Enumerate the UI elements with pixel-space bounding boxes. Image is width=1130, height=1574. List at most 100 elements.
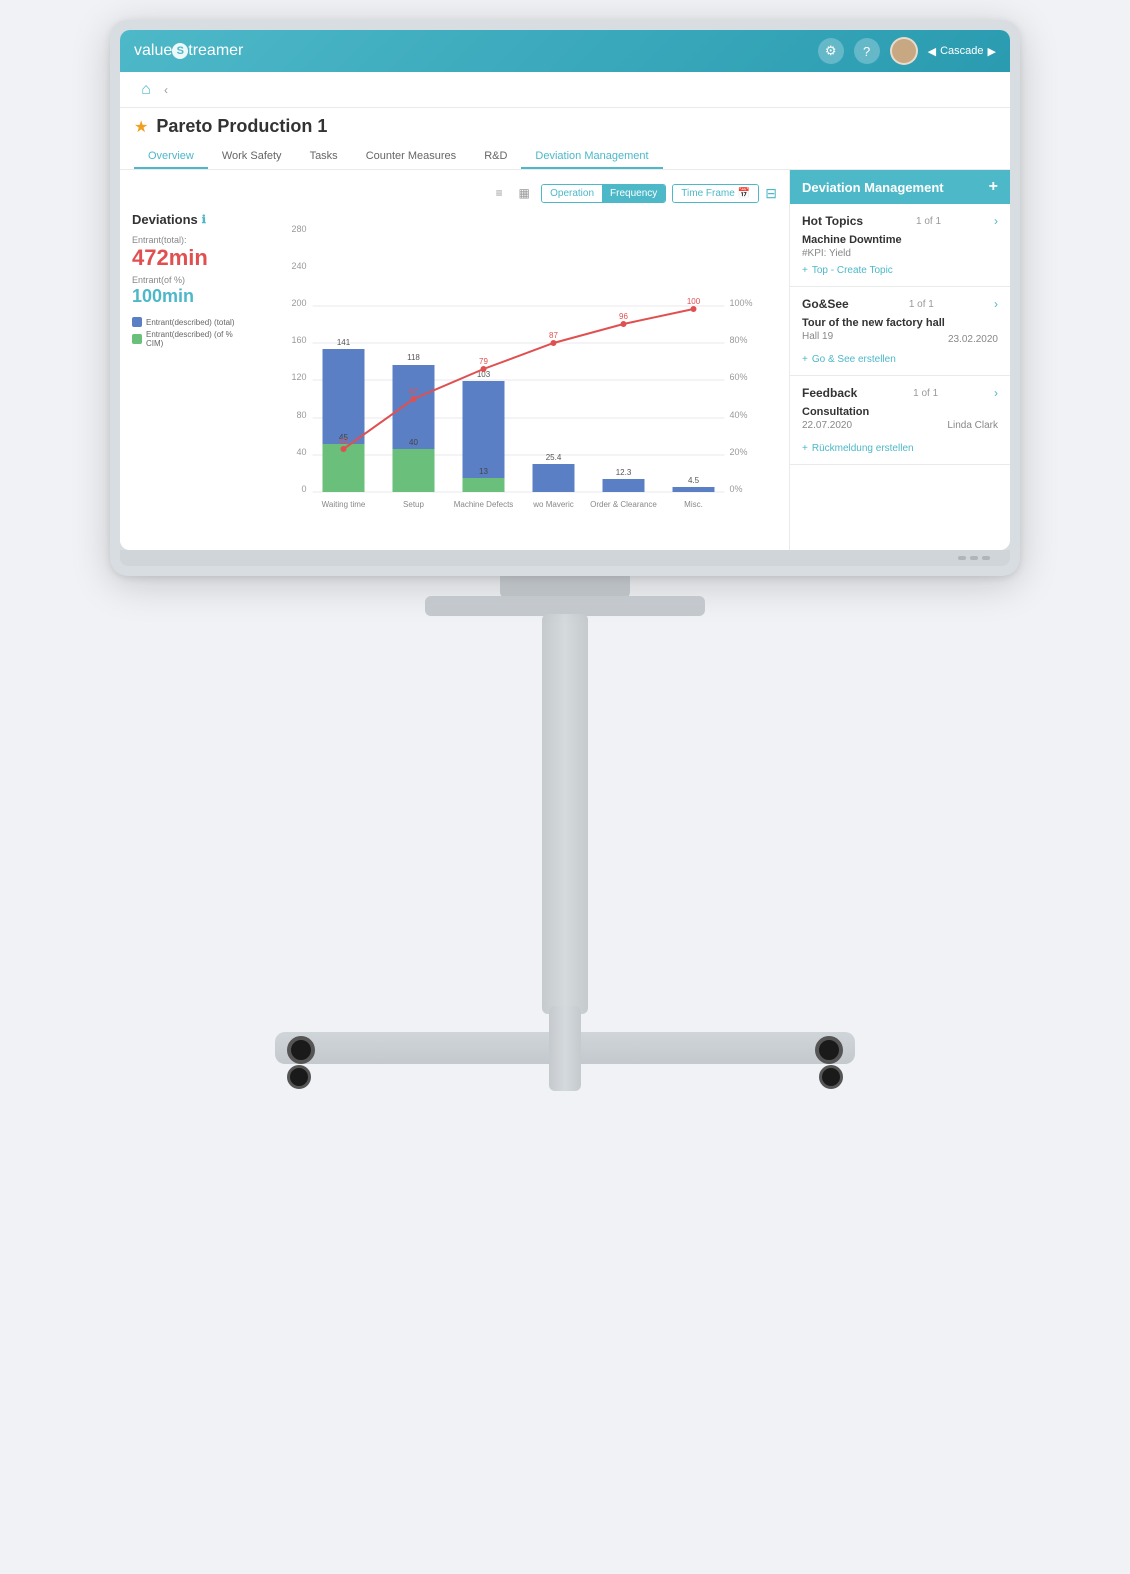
nav-tabs: Overview Work Safety Tasks Counter Measu… xyxy=(134,145,996,169)
go-see-item-sub: Hall 19 xyxy=(802,331,833,342)
svg-text:280: 280 xyxy=(291,224,306,234)
go-see-section: Go&See 1 of 1 › Tour of the new factory … xyxy=(790,287,1010,376)
svg-text:160: 160 xyxy=(291,335,306,345)
legend-item-green: Entrant(described) (of % CIM) xyxy=(132,330,242,348)
stand-pole xyxy=(542,614,588,1014)
hot-topics-section: Hot Topics 1 of 1 › Machine Downtime #KP… xyxy=(790,204,1010,287)
tab-counter-measures[interactable]: Counter Measures xyxy=(352,145,471,169)
avatar[interactable] xyxy=(890,37,918,65)
svg-text:12.3: 12.3 xyxy=(616,468,632,477)
stand-base xyxy=(275,1006,855,1091)
tab-rd[interactable]: R&D xyxy=(470,145,521,169)
svg-text:100%: 100% xyxy=(730,298,753,308)
hot-topics-title: Hot Topics xyxy=(802,214,863,228)
view-toggle: ≡ ▦ xyxy=(488,182,535,204)
svg-text:200: 200 xyxy=(291,298,306,308)
svg-text:Setup: Setup xyxy=(403,500,424,509)
feedback-item-date: 22.07.2020 xyxy=(802,420,852,431)
svg-text:Machine Defects: Machine Defects xyxy=(454,500,514,509)
go-see-title: Go&See xyxy=(802,297,849,311)
svg-text:80: 80 xyxy=(296,410,306,420)
operation-filter-button[interactable]: Operation xyxy=(542,185,602,202)
svg-text:4.5: 4.5 xyxy=(688,476,700,485)
svg-text:Misc.: Misc. xyxy=(684,500,703,509)
deviations-section: Deviations ℹ Entrant(total): 472min Entr… xyxy=(132,212,777,517)
app-header: value S treamer ⚙ ? ◀ Cascade ▶ xyxy=(120,30,1010,72)
home-button[interactable]: ⌂ xyxy=(132,76,160,104)
hot-topics-count: 1 of 1 xyxy=(916,216,941,227)
filter-icon[interactable]: ⊟ xyxy=(765,185,777,202)
create-topic-button[interactable]: + Top - Create Topic xyxy=(802,265,998,276)
go-see-item-date: 23.02.2020 xyxy=(948,334,998,345)
monitor-bottom-bar xyxy=(120,550,1010,566)
go-see-header: Go&See 1 of 1 › xyxy=(802,297,998,311)
time-frame-button[interactable]: Time Frame 📅 xyxy=(673,185,758,202)
pareto-chart: 0 40 80 120 160 200 240 280 0% 20% xyxy=(252,212,777,512)
deviation-management-header: Deviation Management + xyxy=(790,170,1010,204)
metric-total-value: 472min xyxy=(132,247,242,269)
deviations-left: Deviations ℹ Entrant(total): 472min Entr… xyxy=(132,212,242,517)
hot-topics-chevron[interactable]: › xyxy=(994,214,998,228)
legend-item-blue: Entrant(described) (total) xyxy=(132,317,242,327)
create-go-see-button[interactable]: + Go & See erstellen xyxy=(802,354,998,365)
svg-text:141: 141 xyxy=(337,338,351,347)
svg-text:87: 87 xyxy=(549,331,558,340)
svg-text:42: 42 xyxy=(339,437,348,446)
page-title-bar: ★ Pareto Production 1 Overview Work Safe… xyxy=(120,108,1010,170)
svg-text:25.4: 25.4 xyxy=(546,453,562,462)
frequency-filter-button[interactable]: Frequency xyxy=(602,185,665,202)
add-deviation-button[interactable]: + xyxy=(989,178,998,196)
wheel-front-left xyxy=(287,1036,315,1064)
svg-text:96: 96 xyxy=(619,312,628,321)
stand-assembly xyxy=(275,576,855,1091)
wheel-front-right xyxy=(815,1036,843,1064)
svg-text:240: 240 xyxy=(291,261,306,271)
chart-panel: ≡ ▦ Operation Frequency Time Frame 📅 xyxy=(120,170,790,550)
svg-text:Waiting time: Waiting time xyxy=(322,500,366,509)
tab-tasks[interactable]: Tasks xyxy=(296,145,352,169)
chart-area: 0 40 80 120 160 200 240 280 0% 20% xyxy=(252,212,777,517)
metric-sub-label: Entrant(of %) xyxy=(132,275,242,285)
chart-legend: Entrant(described) (total) Entrant(descr… xyxy=(132,317,242,348)
right-panel: Deviation Management + Hot Topics 1 of 1… xyxy=(790,170,1010,550)
create-feedback-button[interactable]: + Rückmeldung erstellen xyxy=(802,443,998,454)
list-view-button[interactable]: ≡ xyxy=(488,182,510,204)
monitor-screen: value S treamer ⚙ ? ◀ Cascade ▶ ⌂ xyxy=(120,30,1010,550)
tab-deviation-management[interactable]: Deviation Management xyxy=(521,145,662,169)
bar-maveric-blue xyxy=(533,464,575,492)
help-icon[interactable]: ? xyxy=(854,38,880,64)
filter-toggle-group: Operation Frequency xyxy=(541,184,666,203)
wheel-back-left xyxy=(287,1065,311,1089)
svg-text:40%: 40% xyxy=(730,410,748,420)
feedback-item-person: Linda Clark xyxy=(947,420,998,431)
stand-shelf xyxy=(425,596,705,616)
bar-setup-green xyxy=(393,449,435,492)
feedback-item-title: Consultation xyxy=(802,406,998,418)
metric-total-label: Entrant(total): xyxy=(132,235,242,245)
tab-work-safety[interactable]: Work Safety xyxy=(208,145,296,169)
stand-base-vertical xyxy=(549,1006,581,1091)
info-icon[interactable]: ℹ xyxy=(202,213,206,226)
wheel-back-right xyxy=(819,1065,843,1089)
main-content: ≡ ▦ Operation Frequency Time Frame 📅 xyxy=(120,170,1010,550)
header-icons: ⚙ ? ◀ Cascade ▶ xyxy=(818,37,996,65)
settings-icon[interactable]: ⚙ xyxy=(818,38,844,64)
feedback-chevron[interactable]: › xyxy=(994,386,998,400)
hot-topics-header: Hot Topics 1 of 1 › xyxy=(802,214,998,228)
go-see-chevron[interactable]: › xyxy=(994,297,998,311)
metric-sub-value: 100min xyxy=(132,287,242,305)
bar-machine-green xyxy=(463,478,505,492)
svg-text:wo Maveric: wo Maveric xyxy=(532,500,573,509)
tab-overview[interactable]: Overview xyxy=(134,145,208,169)
svg-text:80%: 80% xyxy=(730,335,748,345)
svg-text:120: 120 xyxy=(291,372,306,382)
time-frame-group: Time Frame 📅 xyxy=(672,184,759,203)
monitor-outer: value S treamer ⚙ ? ◀ Cascade ▶ ⌂ xyxy=(110,20,1020,576)
deviations-title: Deviations ℹ xyxy=(132,212,242,227)
chart-view-button[interactable]: ▦ xyxy=(513,182,535,204)
feedback-count: 1 of 1 xyxy=(913,388,938,399)
breadcrumb-chevron: ‹ xyxy=(164,83,168,97)
cascade-button[interactable]: ◀ Cascade ▶ xyxy=(928,45,996,58)
page-title: Pareto Production 1 xyxy=(156,116,327,137)
logo-s: S xyxy=(172,43,188,59)
